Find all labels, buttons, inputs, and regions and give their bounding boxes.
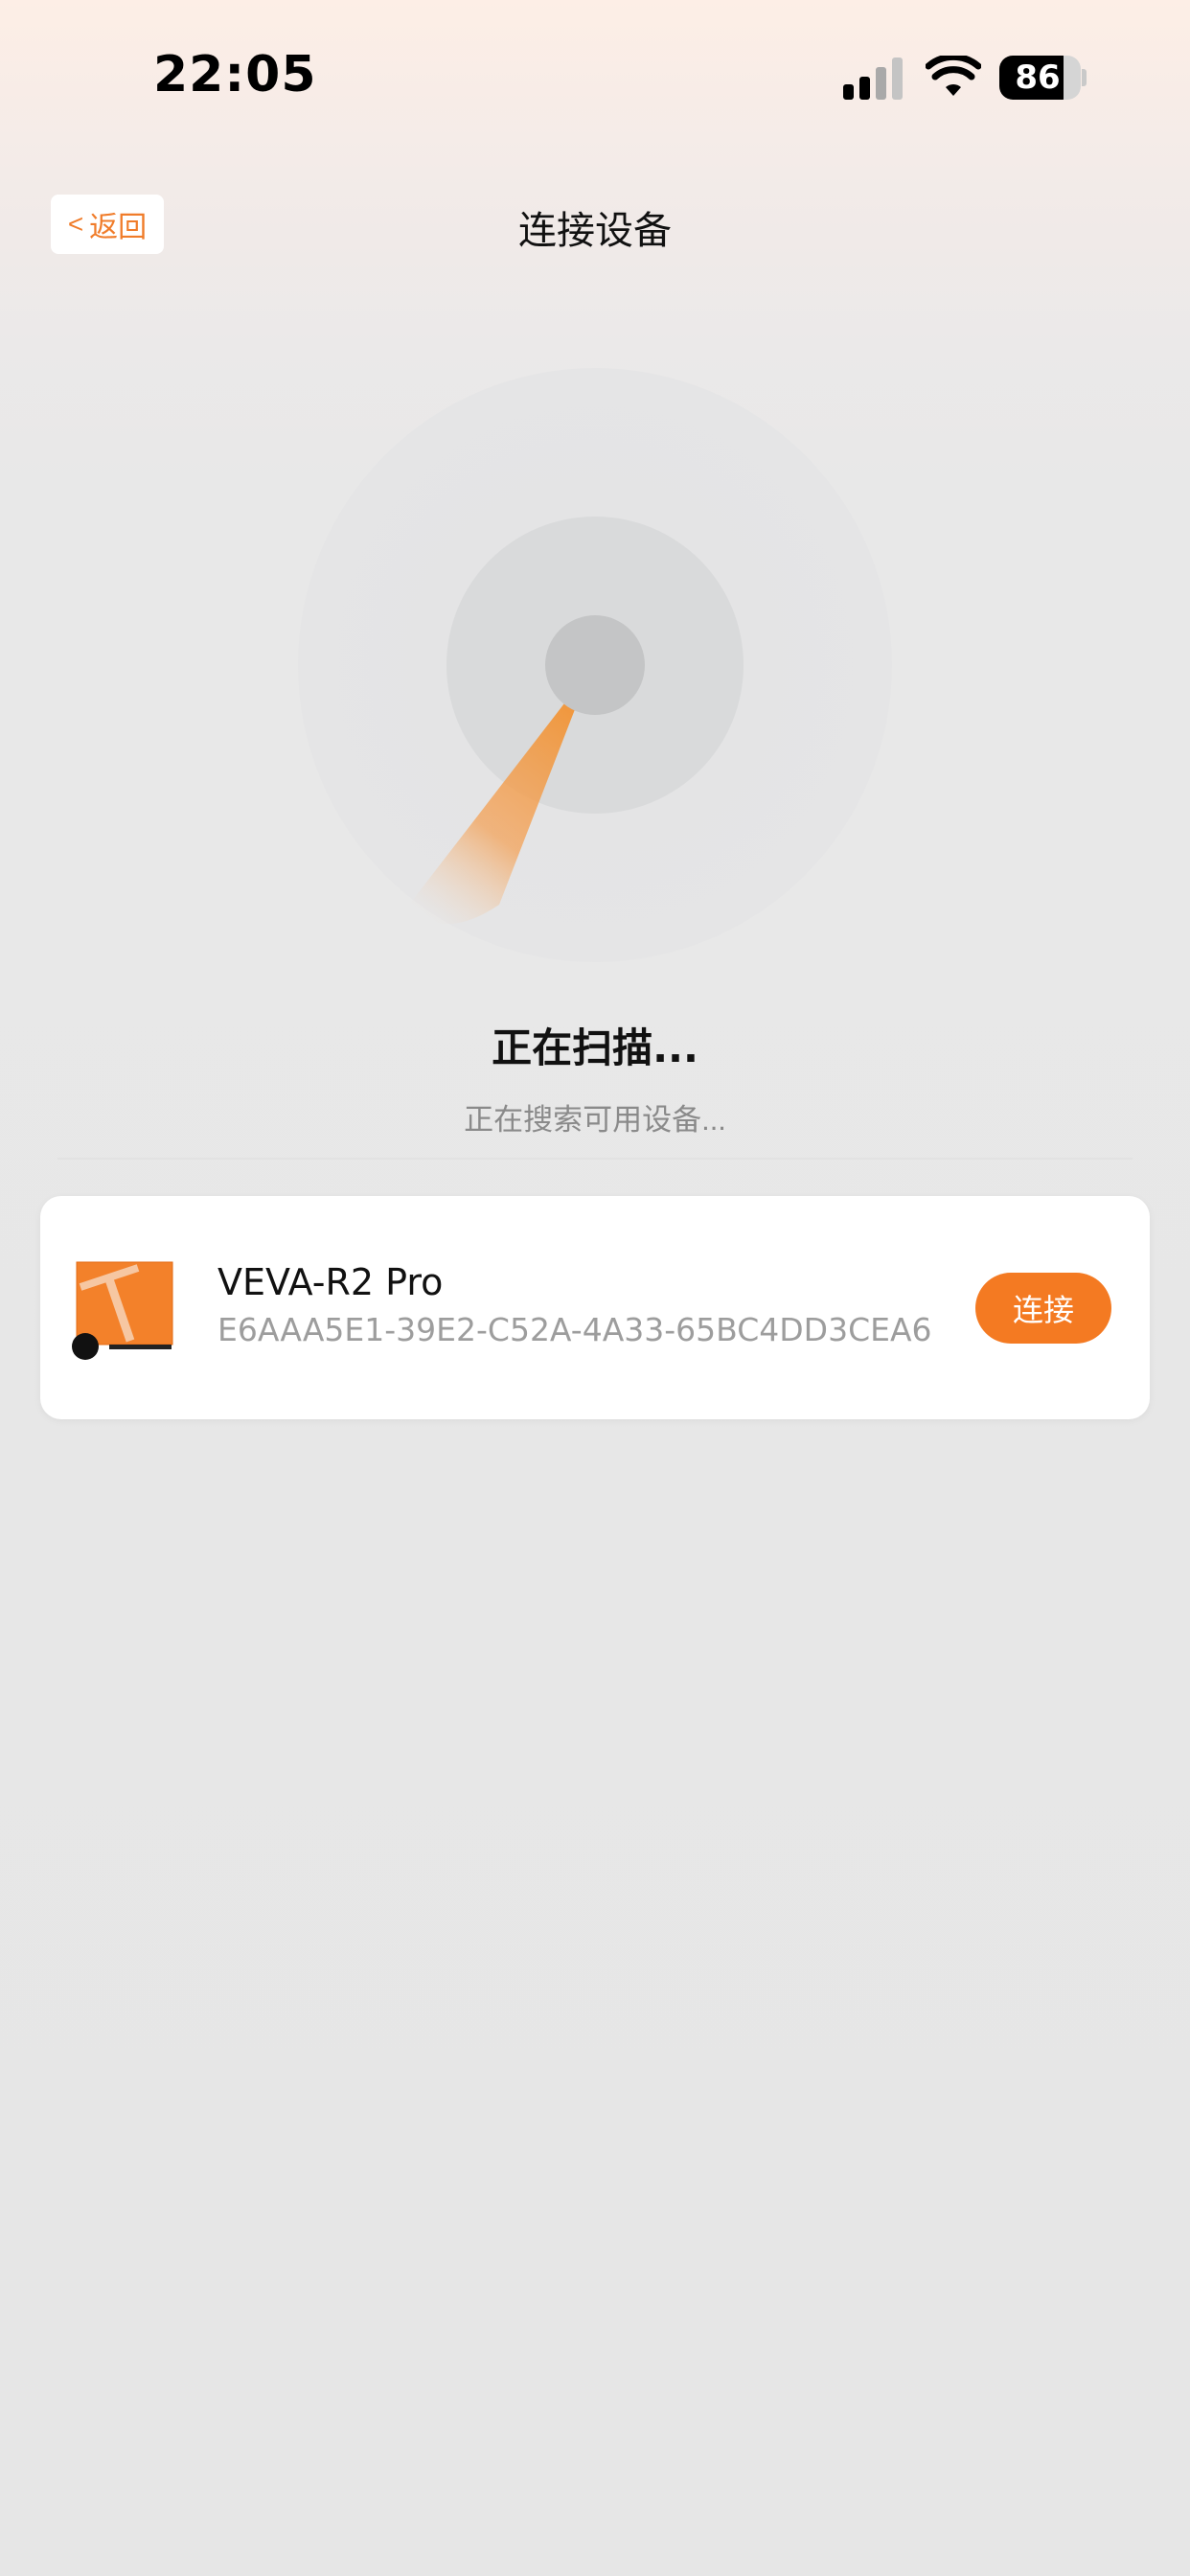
robot-device-icon xyxy=(72,1261,173,1360)
battery-empty-segment xyxy=(1064,56,1081,100)
battery-level: 86 xyxy=(1015,58,1061,97)
cellular-signal-icon xyxy=(843,58,903,100)
radar-scan-animation xyxy=(298,368,892,962)
scan-status-title: 正在扫描... xyxy=(492,1024,698,1071)
scan-status-subtitle: 正在搜索可用设备... xyxy=(464,1103,726,1137)
device-id: E6AAA5E1-39E2-C52A-4A33-65BC4DD3CEA6 xyxy=(217,1311,932,1348)
connect-button[interactable]: 连接 xyxy=(975,1273,1111,1344)
divider xyxy=(57,1158,1133,1160)
status-bar: 22:05 86 xyxy=(0,0,1190,153)
device-name: VEVA-R2 Pro xyxy=(217,1261,444,1303)
page-title: 连接设备 xyxy=(518,209,672,253)
radar-center-dot xyxy=(545,615,645,715)
status-time: 22:05 xyxy=(153,46,317,104)
wifi-icon xyxy=(926,56,981,96)
device-card[interactable]: VEVA-R2 Pro E6AAA5E1-39E2-C52A-4A33-65BC… xyxy=(40,1196,1150,1419)
battery-tip xyxy=(1082,69,1087,86)
